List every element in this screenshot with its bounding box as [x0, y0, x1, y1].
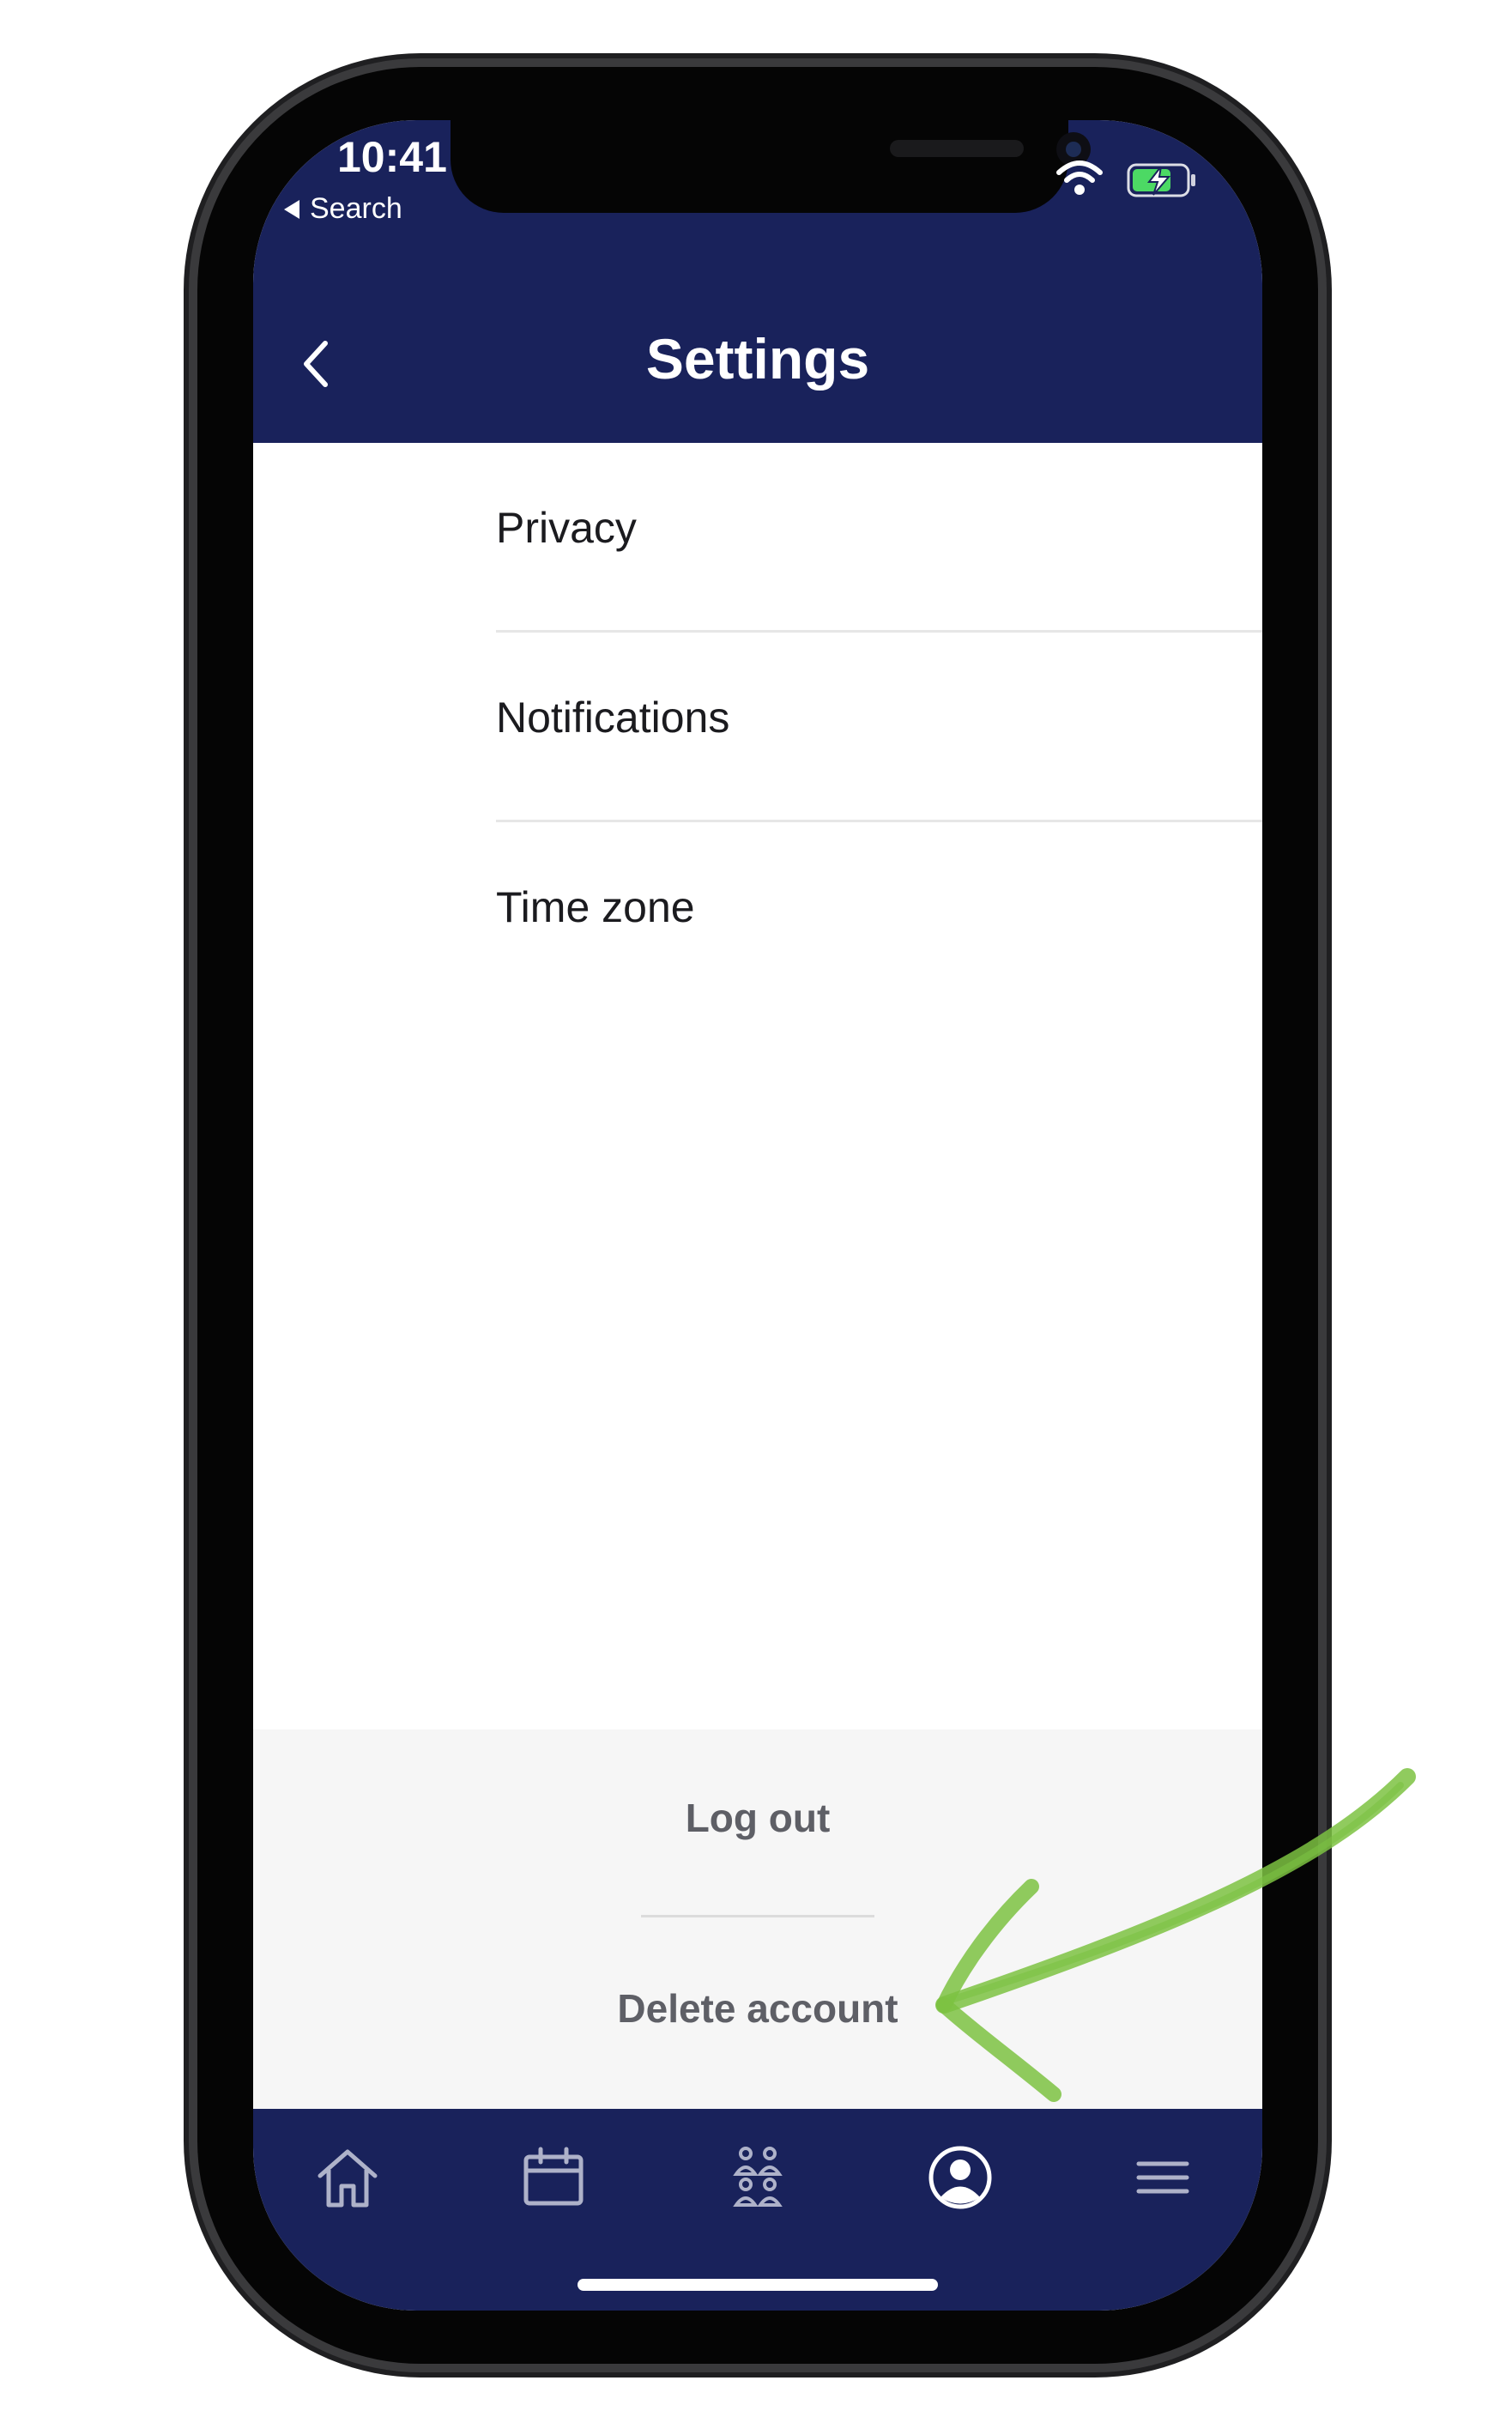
app-header: 10:41 Search Settings — [253, 120, 1262, 443]
settings-item-time-zone[interactable]: Time zone — [496, 822, 1262, 1012]
actions-divider — [641, 1915, 874, 1917]
settings-item-label: Time zone — [496, 883, 695, 931]
phone-screen: 10:41 Search Settings Privacy Notificati… — [253, 120, 1262, 2311]
delete-account-button[interactable]: Delete account — [253, 1985, 1262, 2032]
settings-item-notifications[interactable]: Notifications — [496, 633, 1262, 822]
speaker-grille — [890, 140, 1024, 157]
home-indicator — [578, 2279, 938, 2291]
battery-charging-icon — [1127, 163, 1195, 197]
back-triangle-icon — [284, 199, 299, 219]
calendar-icon[interactable] — [517, 2141, 590, 2214]
tab-bar — [253, 2109, 1262, 2311]
account-actions-panel: Log out Delete account — [253, 1729, 1262, 2109]
logout-button[interactable]: Log out — [253, 1795, 1262, 1841]
wifi-icon — [1056, 161, 1103, 195]
page-title: Settings — [645, 327, 870, 391]
people-icon[interactable] — [722, 2141, 794, 2214]
settings-item-label: Privacy — [496, 504, 637, 552]
notch — [451, 120, 1091, 213]
power-button — [1316, 678, 1328, 982]
status-back-to-app[interactable]: Search — [284, 192, 402, 226]
profile-icon[interactable] — [924, 2141, 996, 2214]
status-back-label: Search — [310, 192, 402, 225]
settings-item-privacy[interactable]: Privacy — [496, 443, 1262, 633]
menu-icon[interactable] — [1127, 2141, 1199, 2214]
status-time: 10:41 — [337, 133, 447, 181]
home-icon[interactable] — [311, 2141, 384, 2214]
settings-list: Privacy Notifications Time zone — [253, 443, 1262, 1012]
settings-item-label: Notifications — [496, 694, 730, 742]
